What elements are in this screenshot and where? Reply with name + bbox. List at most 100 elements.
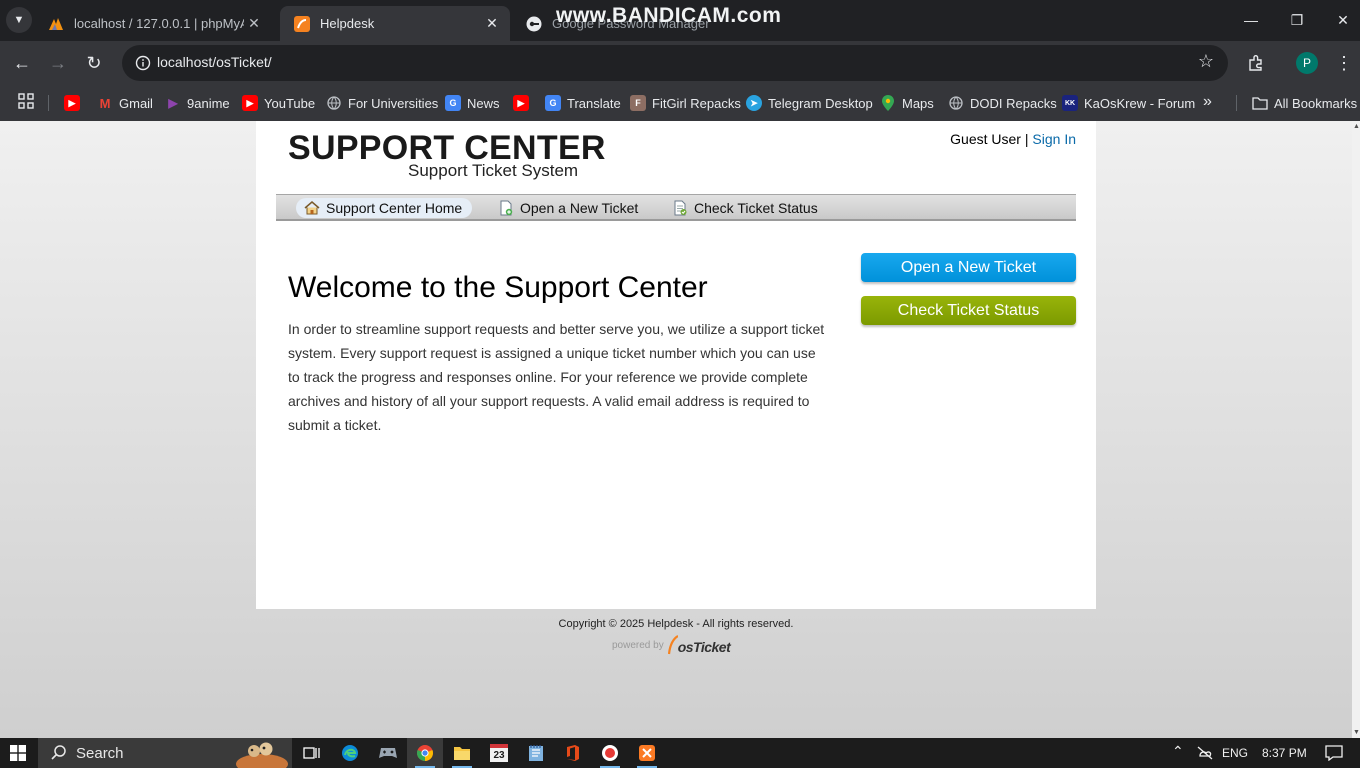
- ticket-status-icon: [674, 200, 687, 216]
- bookmark-star-icon[interactable]: ☆: [1198, 51, 1214, 72]
- nav-label: Support Center Home: [326, 200, 463, 216]
- home-icon: [304, 201, 320, 215]
- main-nav: Support Center Home Open a New Ticket Ch…: [276, 194, 1076, 221]
- kaoskrew-icon: KK: [1062, 95, 1078, 111]
- guest-user-label: Guest User: [950, 131, 1021, 147]
- bookmark-translate[interactable]: G Translate: [545, 92, 621, 114]
- open-new-ticket-button[interactable]: Open a New Ticket: [861, 253, 1076, 282]
- calendar-day: 23: [490, 744, 508, 762]
- bookmark-news[interactable]: G News: [445, 92, 500, 114]
- support-center-container: SUPPORT CENTER Support Ticket System Gue…: [256, 121, 1096, 609]
- maps-pin-icon: [880, 95, 896, 111]
- youtube-icon: ▶: [513, 95, 529, 111]
- welcome-heading: Welcome to the Support Center: [288, 271, 708, 304]
- nav-label: Check Ticket Status: [694, 200, 818, 216]
- more-bookmarks-chevron-icon[interactable]: »: [1203, 93, 1212, 111]
- bookmark-9anime[interactable]: ▶ 9anime: [165, 92, 230, 114]
- password-manager-icon: [526, 16, 542, 32]
- bookmark-label: YouTube: [264, 95, 316, 111]
- minimize-button[interactable]: —: [1228, 6, 1274, 34]
- profile-avatar[interactable]: P: [1296, 52, 1318, 74]
- site-info-icon[interactable]: [130, 50, 156, 76]
- windows-start-icon[interactable]: [10, 745, 26, 761]
- bookmark-maps[interactable]: Maps: [880, 92, 934, 114]
- scroll-down-icon[interactable]: ▼: [1353, 729, 1360, 736]
- telegram-icon: ➤: [746, 95, 762, 111]
- game-controller-icon[interactable]: [370, 738, 406, 768]
- notification-center-icon[interactable]: [1325, 745, 1343, 761]
- notepad-icon[interactable]: [518, 738, 554, 768]
- bookmark-label: Translate: [567, 95, 621, 111]
- network-disconnected-icon[interactable]: [1196, 746, 1214, 760]
- tab-title: localhost / 127.0.0.1 | phpMyAdmin: [74, 16, 244, 31]
- google-news-icon: G: [445, 95, 461, 111]
- office-icon[interactable]: [555, 738, 591, 768]
- copyright-text: Copyright © 2025 Helpdesk - All rights r…: [558, 618, 794, 630]
- search-icon: [51, 745, 66, 760]
- calendar-app-icon[interactable]: 23: [481, 738, 517, 768]
- bookmark-label: For Universities: [348, 95, 439, 111]
- browser-menu-icon[interactable]: ⋮: [1332, 49, 1356, 77]
- powered-by-label: powered by: [612, 640, 664, 651]
- url-text[interactable]: localhost/osTicket/: [157, 54, 272, 70]
- xampp-icon[interactable]: [629, 738, 665, 768]
- task-view-icon[interactable]: [294, 738, 330, 768]
- apps-grid-icon[interactable]: [18, 93, 34, 114]
- nav-check-ticket-status[interactable]: Check Ticket Status: [664, 198, 828, 218]
- bookmark-telegram-desktop[interactable]: ➤ Telegram Desktop: [746, 92, 873, 114]
- bookmark-label: FitGirl Repacks: [652, 95, 741, 111]
- bookmarks-divider: [1236, 95, 1237, 111]
- check-ticket-status-button[interactable]: Check Ticket Status: [861, 296, 1076, 325]
- nav-support-center-home[interactable]: Support Center Home: [296, 198, 473, 218]
- taskbar-search-box[interactable]: Search: [38, 738, 292, 768]
- bookmark-label: 9anime: [187, 95, 230, 111]
- bookmark-youtube[interactable]: ▶ YouTube: [242, 92, 315, 114]
- restore-button[interactable]: ❐: [1274, 6, 1320, 34]
- edge-browser-icon[interactable]: [332, 738, 368, 768]
- user-info: Guest User | Sign In: [950, 131, 1076, 147]
- bandicam-record-icon[interactable]: [592, 738, 628, 768]
- search-highlight-illustration-icon: [236, 742, 288, 768]
- bookmark-dodi-repacks[interactable]: DODI Repacks: [948, 92, 1057, 114]
- input-language[interactable]: ENG: [1222, 746, 1248, 760]
- close-tab-icon[interactable]: ✕: [244, 14, 264, 34]
- play-icon: ▶: [168, 96, 178, 110]
- reload-button[interactable]: ↻: [80, 49, 108, 77]
- google-translate-icon: G: [545, 95, 561, 111]
- search-label: Search: [76, 745, 124, 762]
- close-window-button[interactable]: ✕: [1320, 6, 1360, 34]
- back-button[interactable]: ←: [8, 49, 36, 77]
- file-explorer-icon[interactable]: [444, 738, 480, 768]
- osticket-icon: [294, 15, 310, 32]
- bandicam-watermark: www.BANDICAM.com: [556, 4, 782, 27]
- osticket-logo-text: osTicket: [677, 639, 731, 655]
- bookmark-label: DODI Repacks: [970, 95, 1057, 111]
- bookmark-label: KaOsKrew - Forum: [1084, 95, 1196, 111]
- folder-icon: [1252, 95, 1268, 111]
- bookmark-kaoskrew-forum[interactable]: KK KaOsKrew - Forum: [1062, 92, 1195, 114]
- close-tab-icon[interactable]: ✕: [482, 14, 502, 34]
- tab-search-button[interactable]: ▼: [6, 7, 32, 33]
- bookmark-youtube-1[interactable]: ▶: [64, 92, 86, 114]
- system-clock[interactable]: 8:37 PM: [1262, 746, 1307, 760]
- all-bookmarks-folder[interactable]: All Bookmarks: [1252, 92, 1357, 114]
- bookmark-fitgirl-repacks[interactable]: F FitGirl Repacks: [630, 92, 741, 114]
- extensions-icon[interactable]: [1242, 49, 1270, 77]
- address-bar[interactable]: localhost/osTicket/ ☆: [122, 45, 1228, 81]
- bookmark-gmail[interactable]: M Gmail: [97, 92, 153, 114]
- forward-button[interactable]: →: [44, 49, 72, 77]
- page-viewport: SUPPORT CENTER Support Ticket System Gue…: [0, 121, 1352, 738]
- chrome-taskbar-icon[interactable]: [407, 738, 443, 768]
- scroll-up-icon[interactable]: ▲: [1353, 123, 1360, 130]
- page-scrollbar[interactable]: ▲ ▼: [1352, 121, 1360, 738]
- tab-helpdesk[interactable]: Helpdesk ✕: [280, 6, 510, 41]
- powered-by-osticket[interactable]: powered by osTicket: [612, 633, 731, 655]
- tab-phpmyadmin[interactable]: localhost / 127.0.0.1 | phpMyAdmin ✕: [34, 6, 272, 41]
- sign-in-link[interactable]: Sign In: [1032, 131, 1076, 147]
- osticket-logo-icon: [667, 635, 678, 655]
- youtube-icon: ▶: [64, 95, 80, 111]
- show-hidden-icons-chevron-icon[interactable]: ⌃: [1172, 743, 1184, 760]
- nav-open-new-ticket[interactable]: Open a New Ticket: [490, 198, 648, 218]
- bookmark-for-universities[interactable]: For Universities: [326, 92, 438, 114]
- bookmark-youtube-2[interactable]: ▶: [513, 92, 535, 114]
